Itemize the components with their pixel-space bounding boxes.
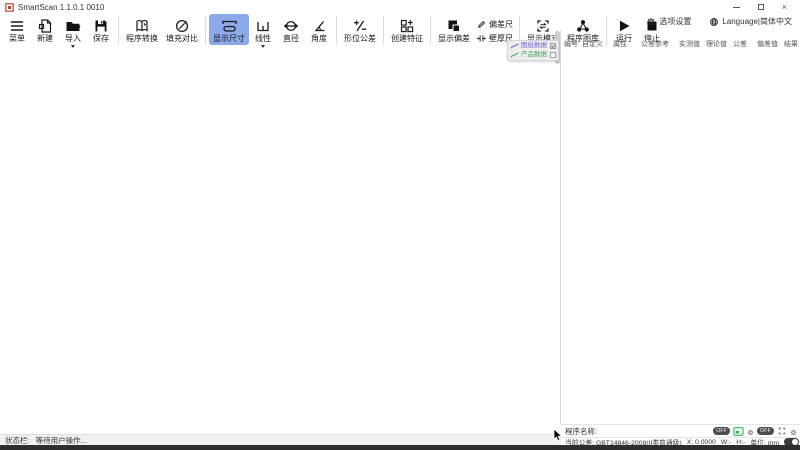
program-convert-button[interactable]: 程序转换 xyxy=(122,14,162,45)
data-layers-legend: 图纸数据 产品数据 xyxy=(507,40,559,61)
quick-links: 选项设置 Language|简体中文 xyxy=(646,16,792,27)
gear-icon[interactable] xyxy=(747,429,754,436)
program-name-row: 程序名称: OFF OFF xyxy=(561,424,800,437)
program-library-icon xyxy=(575,16,591,35)
options-settings-button[interactable]: 选项设置 xyxy=(646,16,691,27)
angle-icon xyxy=(311,16,327,35)
diameter-button[interactable]: 直径 xyxy=(277,14,305,45)
new-button[interactable]: 新建 xyxy=(31,14,59,45)
run-icon xyxy=(616,16,632,35)
app-logo-icon xyxy=(5,3,14,12)
app-title: SmartScan 1.1.0.1 0010 xyxy=(18,3,104,12)
results-table-header: 编号 自定义 属性 公差参考 实测值 理论值 公差 偏差值 结果 xyxy=(561,39,800,50)
close-icon[interactable]: × xyxy=(782,3,787,12)
linear-button[interactable]: 线性 xyxy=(249,14,277,49)
legend-item-product[interactable]: 产品数据 xyxy=(510,51,556,59)
new-file-icon xyxy=(37,16,53,35)
restore-icon[interactable] xyxy=(758,4,764,10)
titlebar: SmartScan 1.1.0.1 0010 × xyxy=(0,0,800,14)
menu-button[interactable]: 菜单 xyxy=(3,14,31,45)
col-header: 理论值 xyxy=(706,39,727,49)
save-icon xyxy=(93,16,109,35)
toggle-off-badge[interactable]: OFF xyxy=(757,427,774,435)
toolbar-separator xyxy=(118,16,119,45)
diameter-icon xyxy=(283,16,299,35)
col-header: 自定义 xyxy=(582,39,603,49)
mouse-cursor xyxy=(553,428,563,442)
gdt-button[interactable]: 形位公差 xyxy=(340,14,380,45)
col-header: 公差参考 xyxy=(641,39,669,49)
show-deviation-icon xyxy=(446,16,462,35)
import-folder-icon xyxy=(65,16,81,35)
checkbox-unchecked-icon[interactable] xyxy=(550,52,556,58)
col-header: 偏差值 xyxy=(757,39,778,49)
col-header: 属性 xyxy=(613,39,627,49)
pencil-icon xyxy=(477,20,486,29)
checkbox-checked-icon[interactable] xyxy=(550,43,556,49)
dropdown-arrow-icon xyxy=(71,45,75,48)
gear-icon xyxy=(646,17,656,27)
status-message: 等待用户操作... xyxy=(36,435,87,446)
fill-compare-icon xyxy=(174,16,190,35)
crop-brackets-icon[interactable] xyxy=(777,426,787,436)
dropdown-arrow-icon xyxy=(261,45,265,48)
menu-icon xyxy=(9,16,25,35)
col-header: 编号 xyxy=(564,39,578,49)
legend-item-drawing[interactable]: 图纸数据 xyxy=(510,42,556,50)
toolbar-separator xyxy=(383,16,384,45)
display-mode-icon xyxy=(535,16,551,35)
angle-button[interactable]: 角度 xyxy=(305,14,333,45)
col-header: 实测值 xyxy=(679,39,700,49)
show-dimension-icon xyxy=(221,16,238,35)
program-convert-icon xyxy=(134,16,150,35)
toolbar-separator xyxy=(205,16,206,45)
green-monitor-icon[interactable] xyxy=(733,426,744,437)
gdt-icon xyxy=(352,16,368,35)
fill-compare-button[interactable]: 填充对比 xyxy=(162,14,202,45)
toggle-off-badge[interactable]: OFF xyxy=(713,427,730,435)
toolbar-separator xyxy=(336,16,337,45)
show-deviation-button[interactable]: 显示偏差 xyxy=(434,14,474,45)
toolbar-separator xyxy=(430,16,431,45)
linear-icon xyxy=(255,16,271,35)
hidden-taskbar-strip[interactable] xyxy=(0,445,800,450)
deviation-ruler-button[interactable]: 偏差尺 xyxy=(477,19,513,30)
create-feature-button[interactable]: 创建特征 xyxy=(387,14,427,45)
minimize-icon[interactable] xyxy=(733,7,740,8)
create-feature-icon xyxy=(399,16,415,35)
program-name-label: 程序名称: xyxy=(565,426,597,437)
show-dimension-button[interactable]: 显示尺寸 xyxy=(209,14,249,45)
line-swatch-icon xyxy=(510,51,519,59)
line-swatch-icon xyxy=(510,42,519,50)
import-button[interactable]: 导入 xyxy=(59,14,87,49)
globe-icon xyxy=(709,17,719,27)
panel-divider[interactable] xyxy=(560,30,561,424)
wall-thickness-icon xyxy=(477,34,486,43)
gear-icon[interactable] xyxy=(790,429,797,436)
status-bar-label: 状态栏: xyxy=(5,435,30,446)
save-button[interactable]: 保存 xyxy=(87,14,115,45)
col-header: 结果 xyxy=(784,39,798,49)
language-switcher[interactable]: Language|简体中文 xyxy=(709,16,792,27)
status-bar: 状态栏: 等待用户操作... xyxy=(0,434,561,445)
col-header: 公差 xyxy=(733,39,747,49)
